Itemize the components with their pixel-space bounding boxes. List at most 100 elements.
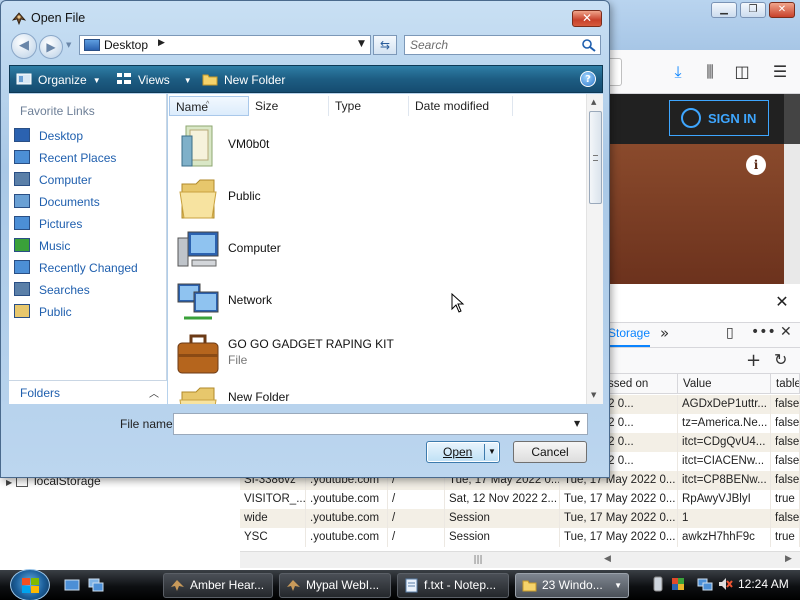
library-icon[interactable]: ⫼ (700, 62, 720, 82)
new-folder-button[interactable]: New Folder (202, 72, 285, 87)
chevron-down-icon[interactable]: ▼ (488, 447, 496, 456)
file-name: Computer (228, 241, 281, 255)
file-list-scrollbar[interactable]: ▲ ▼ (586, 94, 603, 404)
download-icon[interactable]: ⤓ (668, 62, 688, 82)
scroll-left-icon[interactable]: ◀ (604, 554, 611, 564)
tab-storage[interactable]: Storage (608, 326, 650, 340)
browser-close-button[interactable]: ✕ (769, 2, 795, 18)
clock[interactable]: 12:24 AM (738, 577, 789, 591)
cell-value: itct=CP8BENw... (678, 471, 771, 490)
tray-network-icon[interactable] (697, 576, 713, 592)
col-header[interactable]: Value (678, 374, 771, 394)
sidebar-item-public[interactable]: Public (14, 304, 72, 319)
dialog-close-button[interactable]: ✕ (572, 10, 602, 27)
taskbar-item[interactable]: 23 Windo... ▼ (515, 573, 629, 598)
sidebar-item-recently-changed[interactable]: Recently Changed (14, 260, 138, 275)
show-desktop-icon[interactable] (64, 577, 80, 593)
cancel-button[interactable]: Cancel (513, 441, 587, 463)
column-size[interactable]: Size (249, 96, 329, 116)
file-item[interactable]: Network (168, 276, 586, 328)
col-header[interactable]: table (771, 374, 800, 394)
page-scrollbar[interactable] (784, 144, 800, 284)
task-label: Mypal WebI... (306, 578, 380, 592)
chevron-up-icon[interactable]: ︿ (149, 385, 159, 400)
search-input[interactable]: Search (404, 35, 601, 55)
dock-icon[interactable]: ▯ (726, 325, 734, 341)
address-text[interactable]: Desktop (104, 38, 148, 52)
sidebar-item-desktop[interactable]: Desktop (14, 128, 83, 143)
briefcase-icon (177, 334, 219, 374)
start-button[interactable] (10, 569, 50, 600)
file-item[interactable]: Computer (168, 224, 586, 276)
search-icon[interactable] (581, 38, 597, 52)
sidebar-item-documents[interactable]: Documents (14, 194, 100, 209)
minimize-button[interactable]: ▁ (711, 2, 737, 18)
file-name-input[interactable] (173, 413, 588, 435)
tray-shield-icon[interactable] (670, 576, 686, 592)
scroll-right-icon[interactable]: ▶ (785, 554, 792, 564)
column-date-modified[interactable]: Date modified (409, 96, 513, 116)
refresh-icon[interactable]: ↻ (774, 350, 787, 369)
site-scrollbar[interactable] (784, 94, 800, 144)
taskbar-item[interactable]: Amber Hear... (163, 573, 273, 598)
file-item[interactable]: GO GO GADGET RAPING KIT File (168, 328, 586, 380)
chevron-down-icon[interactable]: ▼ (614, 574, 622, 597)
breadcrumb-arrow-icon[interactable]: ▶ (158, 38, 165, 48)
sidebar-item-music[interactable]: Music (14, 238, 70, 253)
views-button[interactable]: Views ▼ (116, 72, 192, 87)
cell-path: / (388, 528, 445, 547)
public-icon (14, 304, 30, 318)
app-icon (11, 12, 27, 26)
table-horizontal-scrollbar[interactable]: ||| ◀ ▶ (240, 551, 800, 568)
scroll-up-icon[interactable]: ▲ (591, 98, 596, 106)
tray-phone-icon[interactable] (650, 576, 666, 592)
table-row[interactable]: wide .youtube.com / Session Tue, 17 May 2022… (240, 509, 800, 528)
add-icon[interactable]: + (746, 350, 761, 371)
address-bar[interactable]: Desktop ▶ ▼ (79, 35, 371, 55)
column-name[interactable]: ^ Name (169, 96, 249, 116)
scroll-thumb[interactable]: ||| (470, 555, 486, 565)
options-icon[interactable]: ••• (751, 324, 776, 340)
sidebar-item-recent-places[interactable]: Recent Places (14, 150, 116, 165)
refresh-button[interactable]: ⇆ (373, 35, 397, 55)
table-row[interactable]: YSC .youtube.com / Session Tue, 17 May 2022 … (240, 528, 800, 547)
cell-path: / (388, 490, 445, 509)
sidebar-item-searches[interactable]: Searches (14, 282, 90, 297)
sidebar-icon[interactable]: ◫ (732, 62, 752, 82)
cell-flag: true (771, 528, 800, 547)
taskbar-item[interactable]: Mypal WebI... (279, 573, 391, 598)
info-icon[interactable]: i (746, 155, 766, 175)
folders-label: Folders (20, 386, 61, 400)
taskbar-item[interactable]: f.txt - Notep... (397, 573, 509, 598)
col-header[interactable]: ssed on (603, 374, 678, 394)
table-row[interactable]: VISITOR_... .youtube.com / Sat, 12 Nov 2022… (240, 490, 800, 509)
column-type[interactable]: Type (329, 96, 409, 116)
more-tabs-icon[interactable]: » (660, 324, 669, 342)
switch-windows-icon[interactable] (88, 577, 104, 593)
file-item[interactable]: Public (168, 172, 586, 224)
open-button[interactable]: Open ▼ (426, 441, 500, 463)
file-item[interactable]: VM0b0t (168, 120, 586, 172)
task-label: 23 Windo... (542, 578, 603, 592)
devtools-close-icon-2[interactable]: ✕ (780, 324, 792, 340)
menu-icon[interactable]: ☰ (770, 62, 790, 82)
scroll-down-icon[interactable]: ▼ (591, 391, 596, 399)
devtools-close-icon[interactable]: ✕ (772, 292, 792, 312)
chevron-down-icon[interactable]: ▼ (358, 39, 365, 49)
volume-muted-icon[interactable] (717, 576, 733, 592)
sign-in-button[interactable]: SIGN IN (669, 100, 769, 136)
organize-button[interactable]: Organize ▼ (16, 72, 101, 87)
maximize-button[interactable]: ❐ (740, 2, 766, 18)
file-item[interactable]: New Folder (168, 380, 586, 404)
cell-expires: Sat, 12 Nov 2022 2... (445, 490, 560, 509)
forward-button[interactable]: ▶ (39, 35, 63, 59)
back-button[interactable]: ◀ (11, 33, 37, 59)
chevron-down-icon[interactable]: ▼ (574, 419, 580, 428)
sidebar-item-label: Recent Places (39, 151, 117, 165)
help-icon[interactable]: ? (580, 71, 596, 87)
sidebar-item-computer[interactable]: Computer (14, 172, 92, 187)
sidebar-item-pictures[interactable]: Pictures (14, 216, 82, 231)
folders-toggle[interactable]: Folders ︿ (9, 380, 167, 404)
recent-pages-icon[interactable]: ▼ (66, 41, 71, 49)
scroll-thumb[interactable] (589, 111, 602, 204)
